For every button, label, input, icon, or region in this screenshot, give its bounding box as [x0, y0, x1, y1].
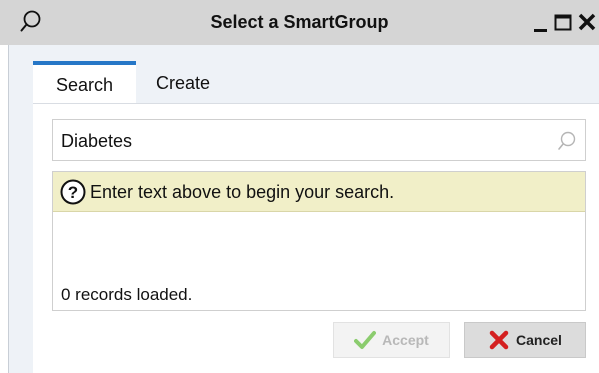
maximize-icon[interactable]	[553, 10, 575, 34]
window-title: Select a SmartGroup	[210, 12, 389, 32]
cancel-button[interactable]: Cancel	[464, 322, 586, 358]
svg-text:?: ?	[68, 183, 78, 202]
help-icon: ?	[60, 179, 86, 205]
tab-create[interactable]: Create	[137, 61, 229, 103]
checkmark-icon	[354, 331, 377, 349]
results-list[interactable]: ? Enter text above to begin your search.…	[52, 171, 586, 311]
dialog-panel: Search Create Diabetes ? Enter text abov…	[8, 45, 599, 373]
search-tab-content: Diabetes ? Enter text above to begin you…	[33, 103, 599, 373]
search-hint-banner: ? Enter text above to begin your search.	[53, 172, 585, 212]
records-count: 0 records loaded.	[61, 285, 193, 304]
accept-button[interactable]: Accept	[333, 322, 450, 358]
tab-search[interactable]: Search	[33, 61, 136, 103]
title-bar[interactable]: Select a SmartGroup	[0, 0, 599, 45]
close-icon[interactable]	[577, 10, 599, 34]
search-icon[interactable]	[557, 130, 577, 152]
accept-button-label: Accept	[382, 332, 429, 348]
search-input-value[interactable]: Diabetes	[61, 120, 132, 162]
minimize-icon[interactable]	[531, 10, 553, 34]
cancel-button-label: Cancel	[516, 332, 562, 348]
search-input[interactable]: Diabetes	[52, 119, 586, 161]
search-hint-text: Enter text above to begin your search.	[90, 182, 395, 202]
cancel-x-icon	[489, 330, 509, 350]
